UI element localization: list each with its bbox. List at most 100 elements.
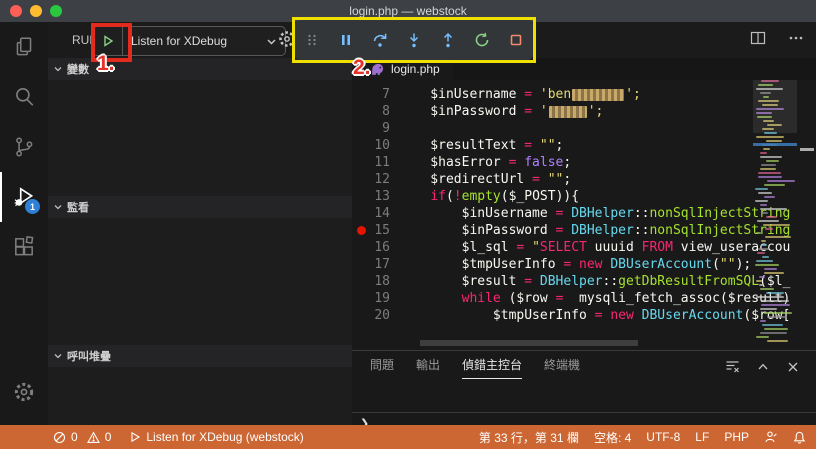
stop-button[interactable] [507,32,524,49]
status-bar: 0 0 Listen for XDebug (webstock) 第 33 行，… [0,425,816,449]
breakpoint-dot[interactable] [357,226,366,235]
panel-actions [725,359,800,374]
activity-settings[interactable] [0,367,48,417]
line-number[interactable]: 9 [352,120,399,137]
activity-run-and-debug[interactable]: 1 [0,172,48,222]
debug-status[interactable]: Listen for XDebug (webstock) [129,430,304,444]
editor-actions [750,30,804,46]
code-editor[interactable]: 7 $inUsername = 'ben '; 8 $inPassword = ' '… [352,80,816,356]
highlight-box-yellow [292,17,536,63]
code-line[interactable]: 14 $inUsername = DBHelper::nonSqlInjectS… [352,205,816,222]
eol-setting[interactable]: LF [695,430,709,444]
indent-setting[interactable]: 空格: 4 [594,429,631,446]
maximize-panel-icon[interactable] [756,360,770,374]
vscode-window: login.php — webstock 1 RUN Listen for XD… [0,0,816,449]
overview-ruler[interactable] [797,80,816,350]
tab-output[interactable]: 輸出 [416,356,440,379]
close-panel-icon[interactable] [786,360,800,374]
chevron-down-icon [53,64,63,74]
search-icon [16,88,34,106]
line-number[interactable]: 17 [352,256,399,273]
line-number[interactable]: 15 [352,222,399,239]
clear-console-icon[interactable] [725,359,740,374]
debug-status-label: Listen for XDebug (webstock) [146,430,304,444]
encoding-setting[interactable]: UTF-8 [646,430,680,444]
code-lines: 7 $inUsername = 'ben '; 8 $inPassword = ' '… [352,86,816,324]
drag-grip-icon[interactable] [304,32,321,49]
feedback-icon[interactable] [764,430,778,444]
step-into-button[interactable] [406,32,423,49]
section-watch[interactable]: 監看 [48,196,352,218]
language-mode[interactable]: PHP [724,430,749,444]
watch-body [48,218,352,345]
horizontal-scrollbar[interactable] [420,340,638,346]
minimap-slider[interactable] [753,80,797,133]
step-over-button[interactable] [372,32,389,49]
annotation-step-2: 2. [353,56,371,79]
section-variables-label: 變數 [67,64,89,76]
restart-button[interactable] [473,32,490,49]
line-number[interactable]: 12 [352,171,399,188]
line-number[interactable]: 13 [352,188,399,205]
tab-terminal[interactable]: 終端機 [544,356,580,379]
warnings-count: 0 [104,430,112,444]
activity-extensions[interactable] [0,222,48,272]
line-number[interactable]: 20 [352,307,399,324]
close-window-button[interactable] [10,5,22,17]
chevron-down-icon [53,202,63,212]
warning-triangle-icon [86,430,100,443]
line-number[interactable]: 14 [352,205,399,222]
more-actions-icon[interactable] [788,30,804,46]
code-line[interactable]: 10 $resultText = ""; [352,137,816,154]
extensions-icon [15,235,34,256]
code-line[interactable]: 8 $inPassword = ' '; [352,103,816,120]
split-editor-icon[interactable] [750,30,766,46]
variables-body [48,80,352,196]
code-line[interactable]: 16 $l_sql = "SELECT uuuid FROM view_user… [352,239,816,256]
code-line[interactable]: 20 $tmpUserInfo = new DBUserAccount($row… [352,307,816,324]
code-line[interactable]: 11 $hasError = false; [352,154,816,171]
debug-config-dropdown[interactable]: Listen for XDebug [123,34,258,48]
errors-count: 0 [71,430,78,444]
tab-label: login.php [391,62,440,76]
tab-problems[interactable]: 問題 [370,356,394,379]
censored-text [572,88,625,101]
activity-source-control[interactable] [0,122,48,172]
activity-explorer[interactable] [0,22,48,72]
code-line[interactable]: 18 $result = DBHelper::getDbResultFromSQ… [352,273,816,290]
bell-icon[interactable] [793,431,806,444]
tab-debug-console[interactable]: 偵錯主控台 [462,356,523,379]
line-number[interactable]: 8 [352,103,399,120]
line-number[interactable]: 7 [352,86,399,103]
annotation-step-1: 1. [97,52,115,75]
activity-bar: 1 [0,22,48,425]
code-line[interactable]: 19 while ($row = mysqli_fetch_assoc($res… [352,290,816,307]
files-icon [16,37,32,56]
minimize-window-button[interactable] [30,5,42,17]
pause-button[interactable] [338,32,355,49]
code-line[interactable]: 17 $tmpUserInfo = new DBUserAccount(""); [352,256,816,273]
code-line[interactable]: 13 if(!empty($_POST)){ [352,188,816,205]
censored-text [548,105,587,118]
code-line[interactable]: 9 [352,120,816,137]
line-number[interactable]: 18 [352,273,399,290]
code-line[interactable]: 12 $redirectUrl = ""; [352,171,816,188]
line-number[interactable]: 11 [352,154,399,171]
section-call-stack[interactable]: 呼叫堆疊 [48,345,352,367]
problems-status[interactable]: 0 0 [53,430,111,444]
window-title: login.php — webstock [349,4,467,18]
code-line[interactable]: 15 $inPassword = DBHelper::nonSqlInjectS… [352,222,816,239]
activity-search[interactable] [0,72,48,122]
zoom-window-button[interactable] [50,5,62,17]
overview-ruler-marker [800,148,814,151]
line-number[interactable]: 10 [352,137,399,154]
php-elephant-icon [372,63,384,75]
line-number[interactable]: 16 [352,239,399,256]
minimap-current-line-marker [753,143,797,146]
code-line[interactable]: 7 $inUsername = 'ben '; [352,86,816,103]
chevron-down-icon [53,351,63,361]
error-circle-icon [53,431,66,443]
cursor-position[interactable]: 第 33 行，第 31 欄 [479,429,579,446]
step-out-button[interactable] [439,32,456,49]
line-number[interactable]: 19 [352,290,399,307]
